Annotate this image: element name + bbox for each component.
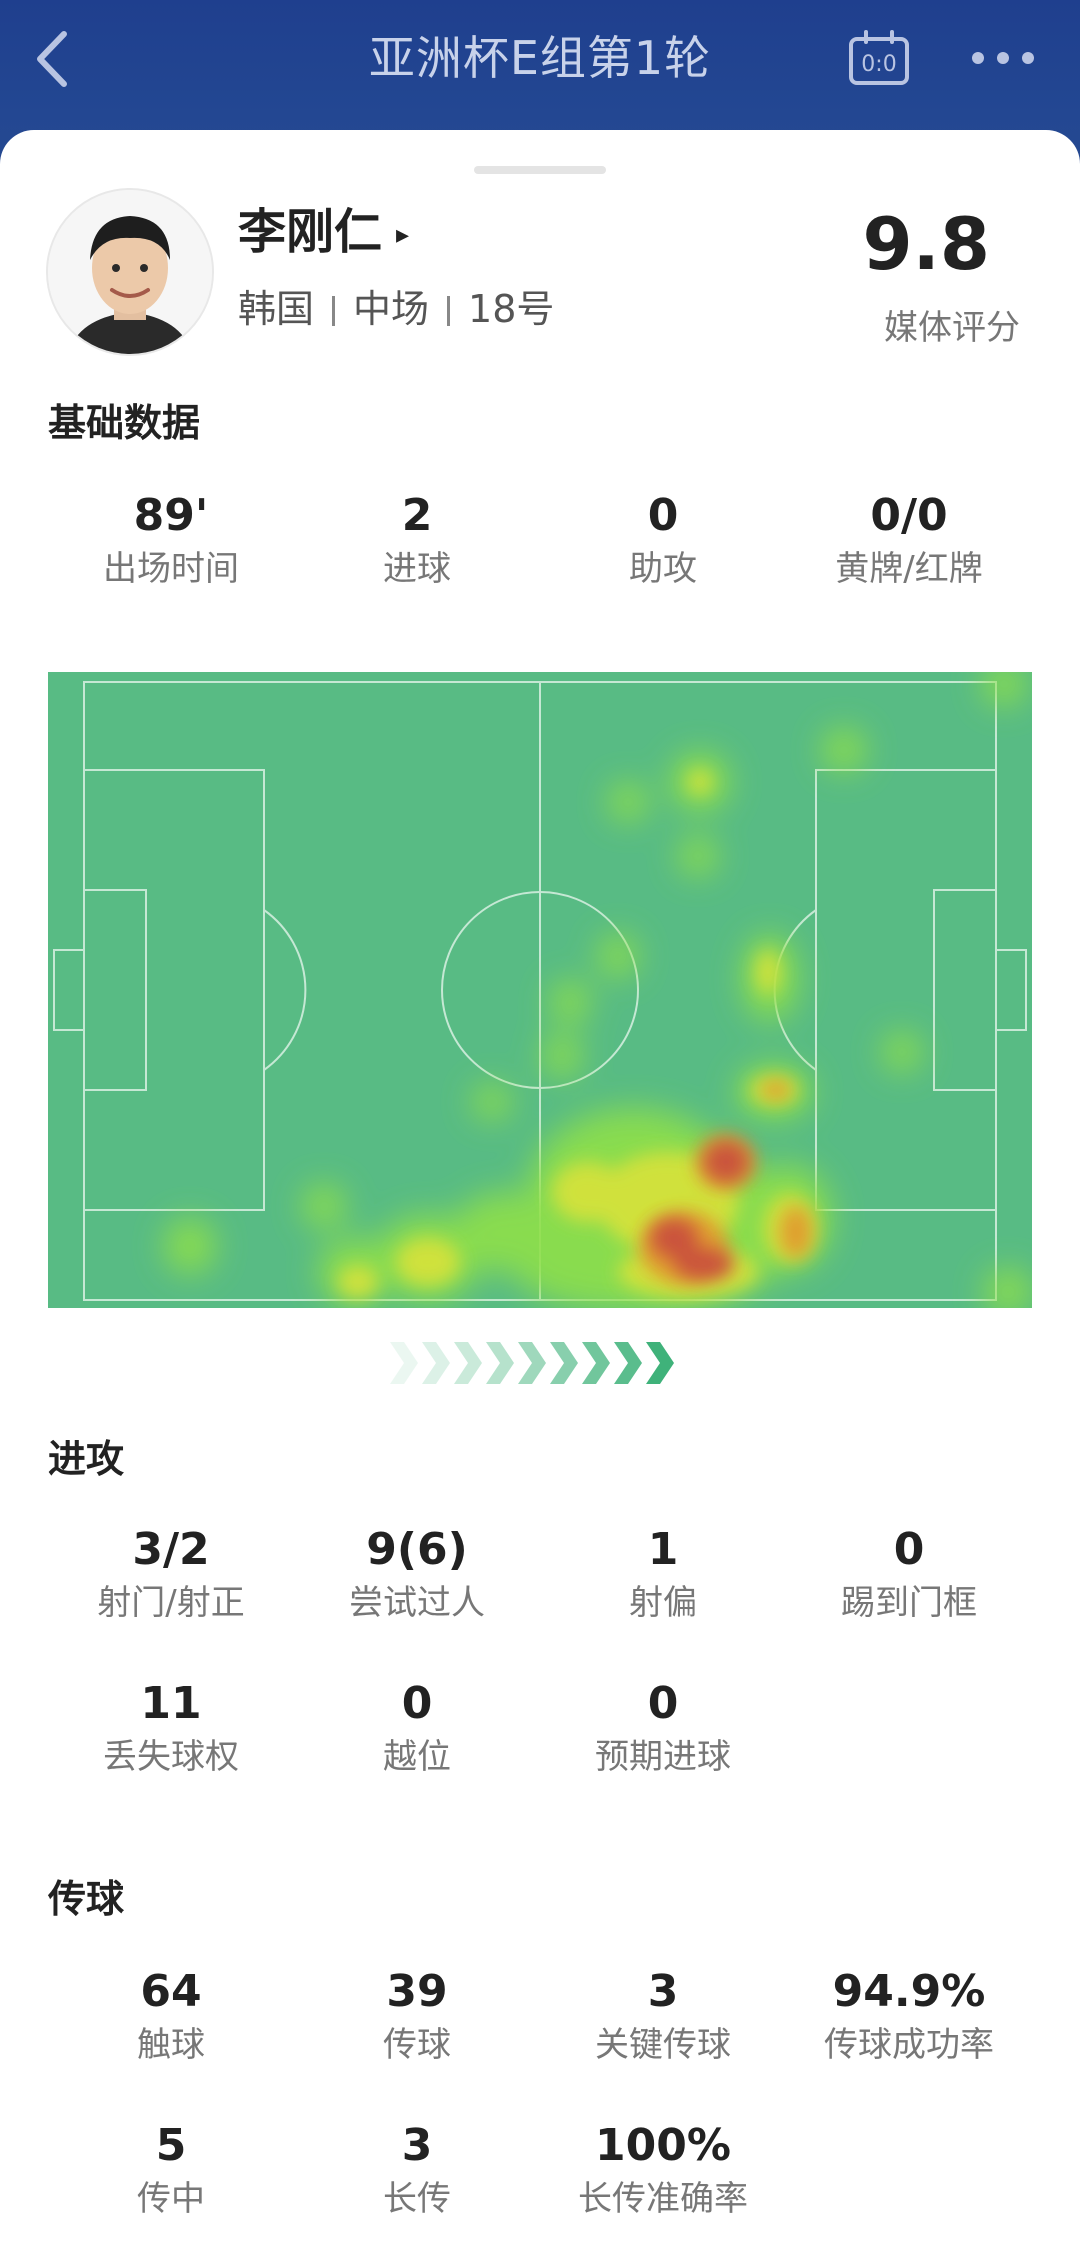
stat-long-ball-accuracy: 100% 长传准确率 [540,2118,786,2224]
player-number: 18号 [468,287,555,331]
page-title: 亚洲杯E组第1轮 [368,31,712,85]
player-avatar [46,188,214,356]
passing-title: 传球 [48,1877,125,1921]
stat-woodwork: 0 踢到门框 [786,1522,1032,1628]
stat-value: 3/2 [132,1524,210,1575]
player-name: 李刚仁 [238,204,383,260]
player-position: 中场 [353,287,430,331]
stat-value: 5 [155,2120,187,2171]
stat-label: 丢失球权 [103,1737,239,1777]
stat-value: 0/0 [870,490,948,541]
stat-dribbles: 9(6) 尝试过人 [294,1522,540,1628]
stat-expected-goals: 0 预期进球 [540,1676,786,1782]
stat-key-passes: 3 关键传球 [540,1964,786,2070]
stat-label: 越位 [383,1737,451,1777]
stat-value: 2 [401,490,433,541]
stat-value: 0 [647,490,679,541]
stat-label: 传中 [137,2179,205,2219]
more-button[interactable] [968,40,1038,76]
stat-value: 3 [647,1966,679,2017]
stat-value: 3 [401,2120,433,2171]
basic-stats-title: 基础数据 [48,401,201,445]
stat-label: 踢到门框 [841,1583,977,1623]
player-country: 韩国 [238,287,315,331]
stat-label: 传球 [383,2025,451,2065]
scoreboard-icon: 0:0 [849,30,909,85]
stat-value: 100% [595,2120,731,2171]
stat-label: 尝试过人 [349,1583,485,1623]
stat-cards: 0/0 黄牌/红牌 [786,488,1032,594]
media-rating-value: 9.8 [862,202,990,286]
stat-value: 0 [893,1524,925,1575]
stat-label: 助攻 [629,549,697,589]
stat-assists: 0 助攻 [540,488,786,594]
scoreboard-text: 0:0 [861,52,896,77]
stat-label: 传球成功率 [824,2025,994,2065]
stat-value: 39 [386,1966,448,2017]
stat-touches: 64 触球 [48,1964,294,2070]
divider [447,296,451,326]
stat-value: 11 [140,1678,202,1729]
stat-value: 94.9% [832,1966,986,2017]
more-dots-icon [972,52,1034,64]
stat-value: 1 [647,1524,679,1575]
stat-possession-lost: 11 丢失球权 [48,1676,294,1782]
stat-label: 关键传球 [595,2025,731,2065]
stat-value: 64 [140,1966,202,2017]
heatmap-svg [48,672,1032,1308]
stat-label: 预期进球 [595,1737,731,1777]
stat-label: 黄牌/红牌 [835,549,983,589]
stat-value: 9(6) [366,1524,468,1575]
heatmap-pitch [48,672,1032,1308]
attack-title: 进攻 [48,1437,125,1481]
stat-shots: 3/2 射门/射正 [48,1522,294,1628]
stat-value: 0 [401,1678,433,1729]
attack-direction-arrows-icon [390,1340,690,1386]
scoreboard-button[interactable]: 0:0 [848,30,910,86]
stat-shots-off-target: 1 射偏 [540,1522,786,1628]
media-rating-label: 媒体评分 [884,308,1020,348]
stat-passes: 39 传球 [294,1964,540,2070]
stat-label: 进球 [383,549,451,589]
stat-label: 出场时间 [103,549,239,589]
stat-label: 射门/射正 [97,1583,245,1623]
stat-label: 长传 [383,2179,451,2219]
stat-value: 0 [647,1678,679,1729]
stat-label: 触球 [137,2025,205,2065]
stat-label: 射偏 [629,1583,697,1623]
stat-crosses: 5 传中 [48,2118,294,2224]
player-info: 韩国 中场 18号 [238,278,554,333]
player-name-link[interactable]: 李刚仁 ▸ [238,192,409,262]
divider [332,296,336,326]
stat-minutes: 89' 出场时间 [48,488,294,594]
drag-handle[interactable] [474,166,606,174]
stat-goals: 2 进球 [294,488,540,594]
stat-long-balls: 3 长传 [294,2118,540,2224]
stat-pass-accuracy: 94.9% 传球成功率 [786,1964,1032,2070]
stat-label: 长传准确率 [578,2179,748,2219]
stat-value: 89' [133,490,209,541]
caret-right-icon: ▸ [396,220,410,250]
stat-offsides: 0 越位 [294,1676,540,1782]
